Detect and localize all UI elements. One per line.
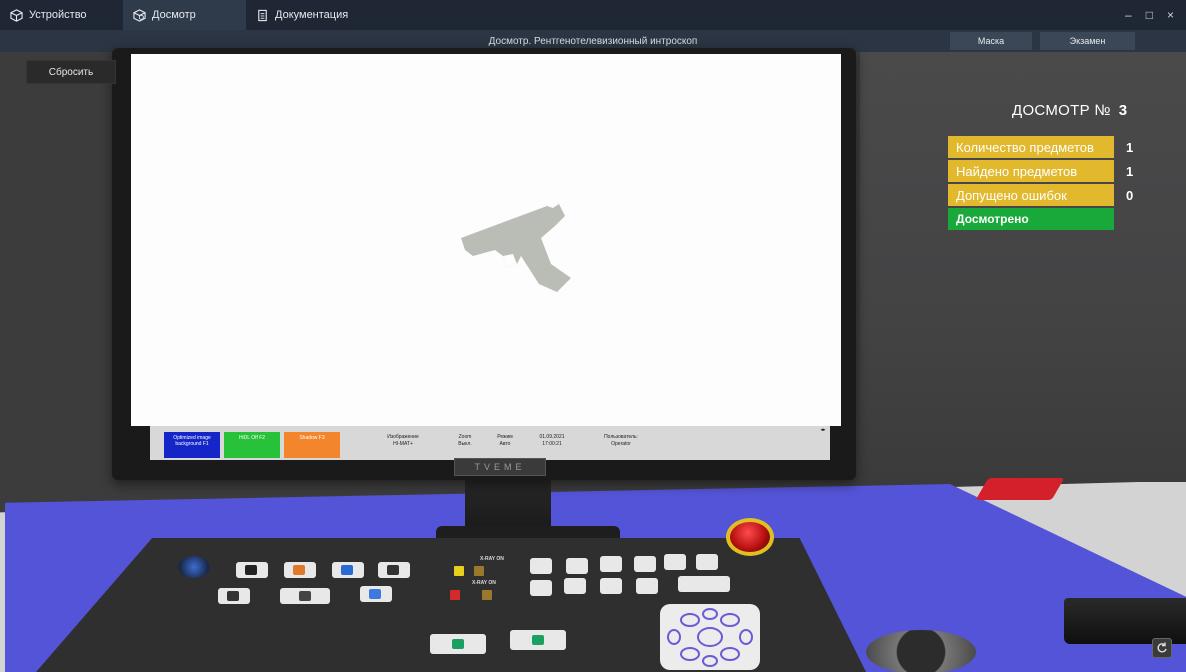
mode-info: Режим Авто bbox=[490, 434, 520, 447]
key-switch[interactable] bbox=[178, 556, 210, 578]
function-key-8[interactable] bbox=[564, 578, 586, 594]
tab-documentation[interactable]: Документация bbox=[246, 0, 446, 30]
console-button-3[interactable] bbox=[332, 562, 364, 578]
datetime-info: 01.09.2021 17:00:21 bbox=[532, 434, 572, 447]
reset-button[interactable]: Сбросить bbox=[26, 60, 116, 84]
exam-button[interactable]: Экзамен bbox=[1040, 32, 1135, 50]
function-key-wide[interactable] bbox=[678, 576, 730, 592]
rotate-view-button[interactable] bbox=[1152, 638, 1172, 658]
time-text: 17:00:21 bbox=[542, 440, 562, 447]
function-key-2[interactable] bbox=[566, 558, 588, 574]
red-pad bbox=[975, 478, 1065, 500]
monitor-stand bbox=[465, 472, 551, 532]
rotate-icon bbox=[1157, 642, 1167, 653]
inspection-title-label: ДОСМОТР № bbox=[1012, 102, 1111, 119]
stat-label: Найдено предметов bbox=[948, 160, 1114, 182]
stat-label: Количество предметов bbox=[948, 136, 1114, 158]
indicator-amber-1[interactable] bbox=[474, 566, 484, 576]
inspection-number: 3 bbox=[1118, 102, 1128, 119]
console-button-4[interactable] bbox=[378, 562, 410, 578]
stat-value: 1 bbox=[1126, 139, 1134, 155]
function-key-1[interactable] bbox=[530, 558, 552, 574]
zoom-value: Выкл. bbox=[458, 440, 472, 447]
maximize-button[interactable]: □ bbox=[1146, 8, 1153, 22]
function-key-4[interactable] bbox=[634, 556, 656, 572]
stat-row-errors: Допущено ошибок 0 bbox=[948, 184, 1133, 206]
stat-row-items-count: Количество предметов 1 bbox=[948, 136, 1133, 158]
navigation-pad[interactable] bbox=[660, 604, 760, 670]
console-button-7[interactable] bbox=[360, 586, 392, 602]
stat-value: 0 bbox=[1126, 187, 1134, 203]
belt-backward-button[interactable] bbox=[430, 634, 486, 654]
pistol-xray-image bbox=[461, 204, 571, 292]
console-button-5[interactable] bbox=[218, 588, 250, 604]
tab-documentation-label: Документация bbox=[275, 9, 349, 21]
window-controls: – □ × bbox=[1125, 0, 1186, 30]
stat-value: 1 bbox=[1126, 163, 1134, 179]
xray-on-label-2: X-RAY ON bbox=[472, 580, 496, 586]
page-title: Досмотр. Рентгенотелевизионный интроскоп bbox=[488, 35, 698, 47]
round-control-knob[interactable] bbox=[866, 630, 976, 672]
emergency-stop-button[interactable] bbox=[726, 518, 774, 556]
console-button-6[interactable] bbox=[280, 588, 330, 604]
hidl-off-box: HiDL Off F2 bbox=[224, 432, 280, 458]
cube-search-icon bbox=[133, 8, 146, 22]
monitor-logo: TVEME bbox=[454, 458, 546, 476]
screen-status-bar: Optimized image background F1 HiDL Off F… bbox=[150, 426, 830, 460]
function-key-10[interactable] bbox=[636, 578, 658, 594]
function-key-9[interactable] bbox=[600, 578, 622, 594]
user-info: Пользователь: Operator bbox=[596, 434, 646, 447]
function-key-6[interactable] bbox=[696, 554, 718, 570]
stat-row-items-found: Найдено предметов 1 bbox=[948, 160, 1133, 182]
user-value: Operator bbox=[611, 440, 631, 447]
inspection-title: ДОСМОТР № 3 bbox=[1012, 102, 1127, 119]
background-wall bbox=[860, 52, 1186, 502]
optimized-background-box: Optimized image background F1 bbox=[164, 432, 220, 458]
function-key-5[interactable] bbox=[664, 554, 686, 570]
shadow-box: Shadow F3 bbox=[284, 432, 340, 458]
indicator-yellow[interactable] bbox=[454, 566, 464, 576]
tab-device-label: Устройство bbox=[29, 9, 87, 21]
image-mode-value: HI-MAT+ bbox=[393, 440, 413, 447]
cube-icon bbox=[10, 8, 23, 22]
console-button-1[interactable] bbox=[236, 562, 268, 578]
tab-inspection-label: Досмотр bbox=[152, 9, 196, 21]
image-mode-info: Изображение HI-MAT+ bbox=[378, 434, 428, 447]
belt-forward-button[interactable] bbox=[510, 630, 566, 650]
tab-device[interactable]: Устройство bbox=[0, 0, 123, 30]
function-key-7[interactable] bbox=[530, 580, 552, 596]
screen-corner-mark: ◂▸ bbox=[820, 427, 826, 433]
mask-button[interactable]: Маска bbox=[950, 32, 1032, 50]
stat-label: Допущено ошибок bbox=[948, 184, 1114, 206]
title-bar: Устройство Досмотр Документация – □ × bbox=[0, 0, 1186, 30]
function-key-3[interactable] bbox=[600, 556, 622, 572]
tab-inspection[interactable]: Досмотр bbox=[123, 0, 246, 30]
indicator-amber-2[interactable] bbox=[482, 590, 492, 600]
document-icon bbox=[258, 9, 267, 21]
close-button[interactable]: × bbox=[1167, 8, 1174, 22]
direction-pad-icon bbox=[667, 608, 753, 667]
indicator-red[interactable] bbox=[450, 590, 460, 600]
xray-on-label-1: X-RAY ON bbox=[480, 556, 504, 562]
console-button-2[interactable] bbox=[284, 562, 316, 578]
zoom-info: Zoom Выкл. bbox=[450, 434, 480, 447]
inspected-status-badge: Досмотрено bbox=[948, 208, 1114, 230]
mode-value: Авто bbox=[499, 440, 511, 447]
minimize-button[interactable]: – bbox=[1125, 8, 1132, 22]
